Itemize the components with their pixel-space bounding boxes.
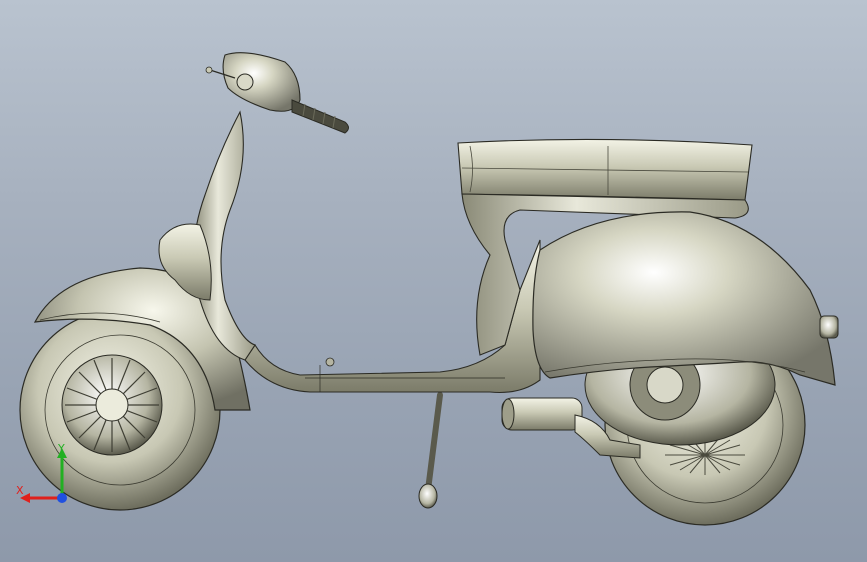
coordinate-triad: X Y <box>10 440 80 510</box>
front-hub-cap <box>95 388 129 422</box>
z-axis-dot <box>57 493 67 503</box>
headset <box>222 52 301 112</box>
kickstand[interactable] <box>418 392 443 509</box>
cad-viewport[interactable]: X Y <box>0 0 867 562</box>
grip[interactable] <box>291 99 349 134</box>
scooter-model[interactable] <box>0 0 867 562</box>
x-axis-label: X <box>16 484 24 497</box>
speedometer <box>236 73 254 91</box>
handlebar[interactable] <box>205 52 349 134</box>
triad-axes-icon <box>20 448 67 503</box>
rear-light <box>819 315 839 339</box>
y-axis-label: Y <box>58 442 65 455</box>
seat[interactable] <box>457 138 753 201</box>
rear-cowl[interactable] <box>532 211 839 386</box>
